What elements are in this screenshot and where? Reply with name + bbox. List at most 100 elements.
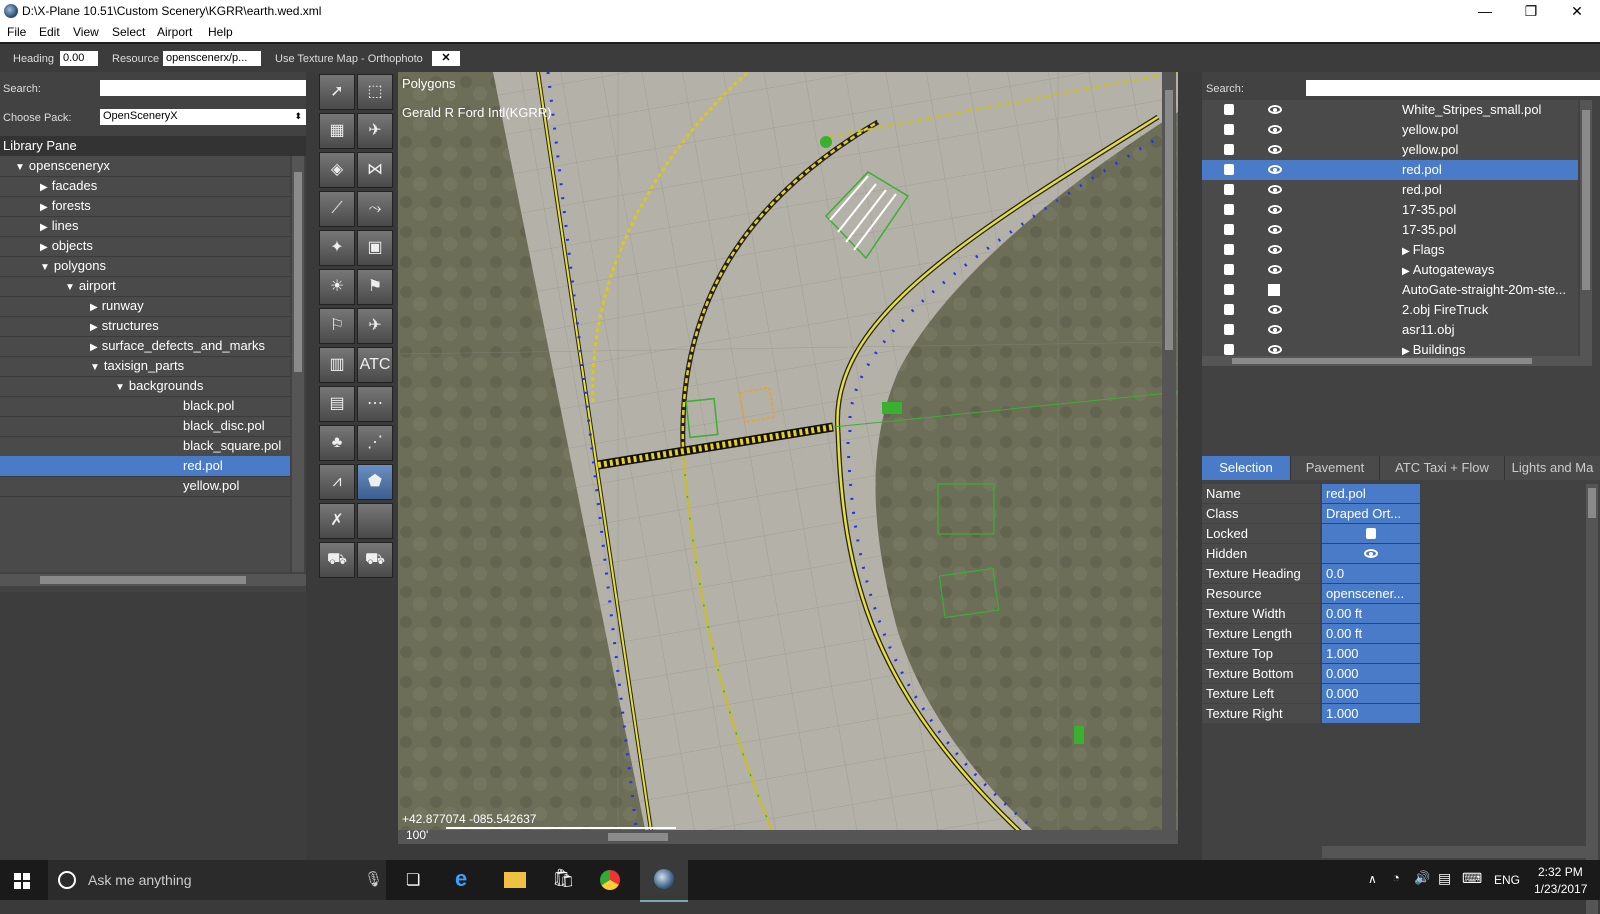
- clock-time[interactable]: 2:32 PM: [1538, 865, 1583, 879]
- lock-icon[interactable]: [1224, 184, 1234, 195]
- lock-icon[interactable]: [1224, 104, 1234, 115]
- cortana-search-box[interactable]: Ask me anything 🎙: [48, 860, 386, 900]
- light-marking-tool-icon[interactable]: ⤳: [357, 191, 393, 227]
- library-tree-item[interactable]: ▶ forests: [0, 196, 290, 217]
- layer-row[interactable]: 2.obj FireTruck: [1202, 300, 1578, 321]
- property-value[interactable]: 0.00 ft: [1322, 624, 1420, 643]
- group-expand-icon[interactable]: ▶: [1402, 246, 1410, 257]
- truck-destination-tool-icon[interactable]: ⛟: [357, 542, 393, 578]
- keyboard-icon[interactable]: ⌨: [1462, 870, 1482, 887]
- library-tree-item[interactable]: black_square.pol: [0, 436, 290, 457]
- light-fixture-tool-icon[interactable]: ✦: [319, 230, 355, 266]
- property-value[interactable]: 1.000: [1322, 644, 1420, 663]
- lock-icon[interactable]: [1224, 204, 1234, 215]
- menu-edit[interactable]: Edit: [39, 25, 60, 39]
- map-canvas[interactable]: [398, 72, 1178, 844]
- lock-icon[interactable]: [1224, 344, 1234, 355]
- library-tree-item[interactable]: ▶ runway: [0, 296, 290, 317]
- lock-icon[interactable]: [1224, 144, 1234, 155]
- lock-icon[interactable]: [1224, 164, 1234, 175]
- collapsed-triangle-icon[interactable]: ▶: [90, 342, 98, 353]
- polygon-line-tool-icon[interactable]: ⩘: [319, 464, 355, 500]
- texture-map-checkbox[interactable]: ✕: [432, 51, 460, 66]
- wed-taskbar-button[interactable]: [640, 860, 688, 902]
- library-tree-item[interactable]: ▶ lines: [0, 216, 290, 237]
- layer-row[interactable]: yellow.pol: [1202, 120, 1578, 141]
- lock-icon[interactable]: [1224, 224, 1234, 235]
- store-icon[interactable]: 🛍: [552, 868, 575, 889]
- visibility-eye-icon[interactable]: [1268, 245, 1282, 254]
- heading-input[interactable]: 0.00: [60, 51, 98, 66]
- library-vscrollbar[interactable]: [292, 156, 304, 572]
- flag-marker[interactable]: [1074, 726, 1084, 744]
- lock-icon[interactable]: [1224, 124, 1234, 135]
- tab-lights-and-markings[interactable]: Lights and Ma: [1505, 456, 1600, 480]
- taxi-sign-tool-icon[interactable]: ▣: [357, 230, 393, 266]
- library-tree-item[interactable]: ▼ opensceneryx: [0, 156, 290, 177]
- beacon-tool-icon[interactable]: ☀: [319, 269, 355, 305]
- chrome-icon[interactable]: [600, 870, 620, 890]
- library-search-input[interactable]: [100, 80, 306, 96]
- tab-selection[interactable]: Selection: [1202, 456, 1291, 480]
- layer-row[interactable]: White_Stripes_small.pol: [1202, 100, 1578, 121]
- truck-parking-tool-icon[interactable]: ⛟: [319, 542, 355, 578]
- map-vscrollbar[interactable]: [1162, 72, 1176, 832]
- expanded-triangle-icon[interactable]: ▼: [65, 282, 75, 293]
- collapsed-triangle-icon[interactable]: ▶: [90, 322, 98, 333]
- expanded-triangle-icon[interactable]: ▼: [15, 162, 25, 173]
- string-tool-icon[interactable]: ⋯: [357, 386, 393, 422]
- map-hscroll-thumb[interactable]: [608, 833, 668, 841]
- blank-tool-icon[interactable]: [357, 503, 393, 539]
- group-expand-icon[interactable]: ▶: [1402, 346, 1410, 356]
- lock-icon[interactable]: [1224, 284, 1234, 295]
- language-indicator[interactable]: ENG: [1494, 873, 1520, 887]
- lock-icon[interactable]: [1224, 264, 1234, 275]
- expanded-triangle-icon[interactable]: ▼: [90, 362, 100, 373]
- firetruck-marker[interactable]: [882, 402, 902, 414]
- visibility-eye-icon[interactable]: [1268, 325, 1282, 334]
- layer-row[interactable]: yellow.pol: [1202, 140, 1578, 161]
- library-tree-item[interactable]: ▼ airport: [0, 276, 290, 297]
- property-value[interactable]: 0.0: [1322, 564, 1420, 583]
- layer-row[interactable]: ▶ Flags: [1202, 240, 1578, 261]
- menu-file[interactable]: File: [7, 25, 26, 39]
- clock-date[interactable]: 1/23/2017: [1534, 882, 1587, 896]
- visibility-eye-icon[interactable]: [1268, 145, 1282, 154]
- menu-help[interactable]: Help: [208, 25, 233, 39]
- layer-row[interactable]: 17-35.pol: [1202, 200, 1578, 221]
- visibility-eye-icon[interactable]: [1268, 265, 1282, 274]
- runway-tool-icon[interactable]: ▦: [319, 113, 355, 149]
- library-tree-item[interactable]: ▼ backgrounds: [0, 376, 290, 397]
- boundary-tool-icon[interactable]: ⋈: [357, 152, 393, 188]
- hidden-checkbox-icon[interactable]: [1268, 284, 1280, 296]
- collapsed-triangle-icon[interactable]: ▶: [40, 202, 48, 213]
- property-value[interactable]: 0.000: [1322, 684, 1420, 703]
- marquee-select-tool-icon[interactable]: ➚: [319, 74, 355, 110]
- library-tree-item[interactable]: ▼ polygons: [0, 256, 290, 277]
- collapsed-triangle-icon[interactable]: ▶: [90, 302, 98, 313]
- locked-toggle-icon[interactable]: [1366, 528, 1376, 539]
- windows-start-icon[interactable]: [14, 873, 30, 889]
- props-hscrollbar[interactable]: [1322, 846, 1592, 858]
- forest-tool-icon[interactable]: ♣: [319, 425, 355, 461]
- microphone-icon[interactable]: 🎙: [364, 870, 383, 888]
- edge-browser-icon[interactable]: e: [455, 866, 467, 892]
- visibility-eye-icon[interactable]: [1268, 125, 1282, 134]
- exclusion-tool-icon[interactable]: ✗: [319, 503, 355, 539]
- menu-airport[interactable]: Airport: [157, 25, 192, 39]
- choose-pack-select[interactable]: OpenSceneryX ⬍: [100, 109, 306, 125]
- line-marking-tool-icon[interactable]: ⟋: [319, 191, 355, 227]
- layers-vscrollbar[interactable]: [1580, 100, 1592, 356]
- menu-view[interactable]: View: [73, 25, 99, 39]
- library-tree-item[interactable]: black.pol: [0, 396, 290, 417]
- hidden-toggle-icon[interactable]: [1364, 549, 1378, 558]
- minimize-button[interactable]: —: [1462, 0, 1508, 22]
- layer-row[interactable]: 17-35.pol: [1202, 220, 1578, 241]
- layer-row[interactable]: red.pol: [1202, 160, 1578, 181]
- layer-row[interactable]: ▶ Buildings: [1202, 340, 1578, 356]
- tab-pavement[interactable]: Pavement: [1291, 456, 1380, 480]
- map-vscroll-thumb[interactable]: [1165, 90, 1173, 350]
- property-value[interactable]: 1.000: [1322, 704, 1420, 723]
- visibility-eye-icon[interactable]: [1268, 185, 1282, 194]
- task-view-icon[interactable]: ❏: [406, 870, 420, 890]
